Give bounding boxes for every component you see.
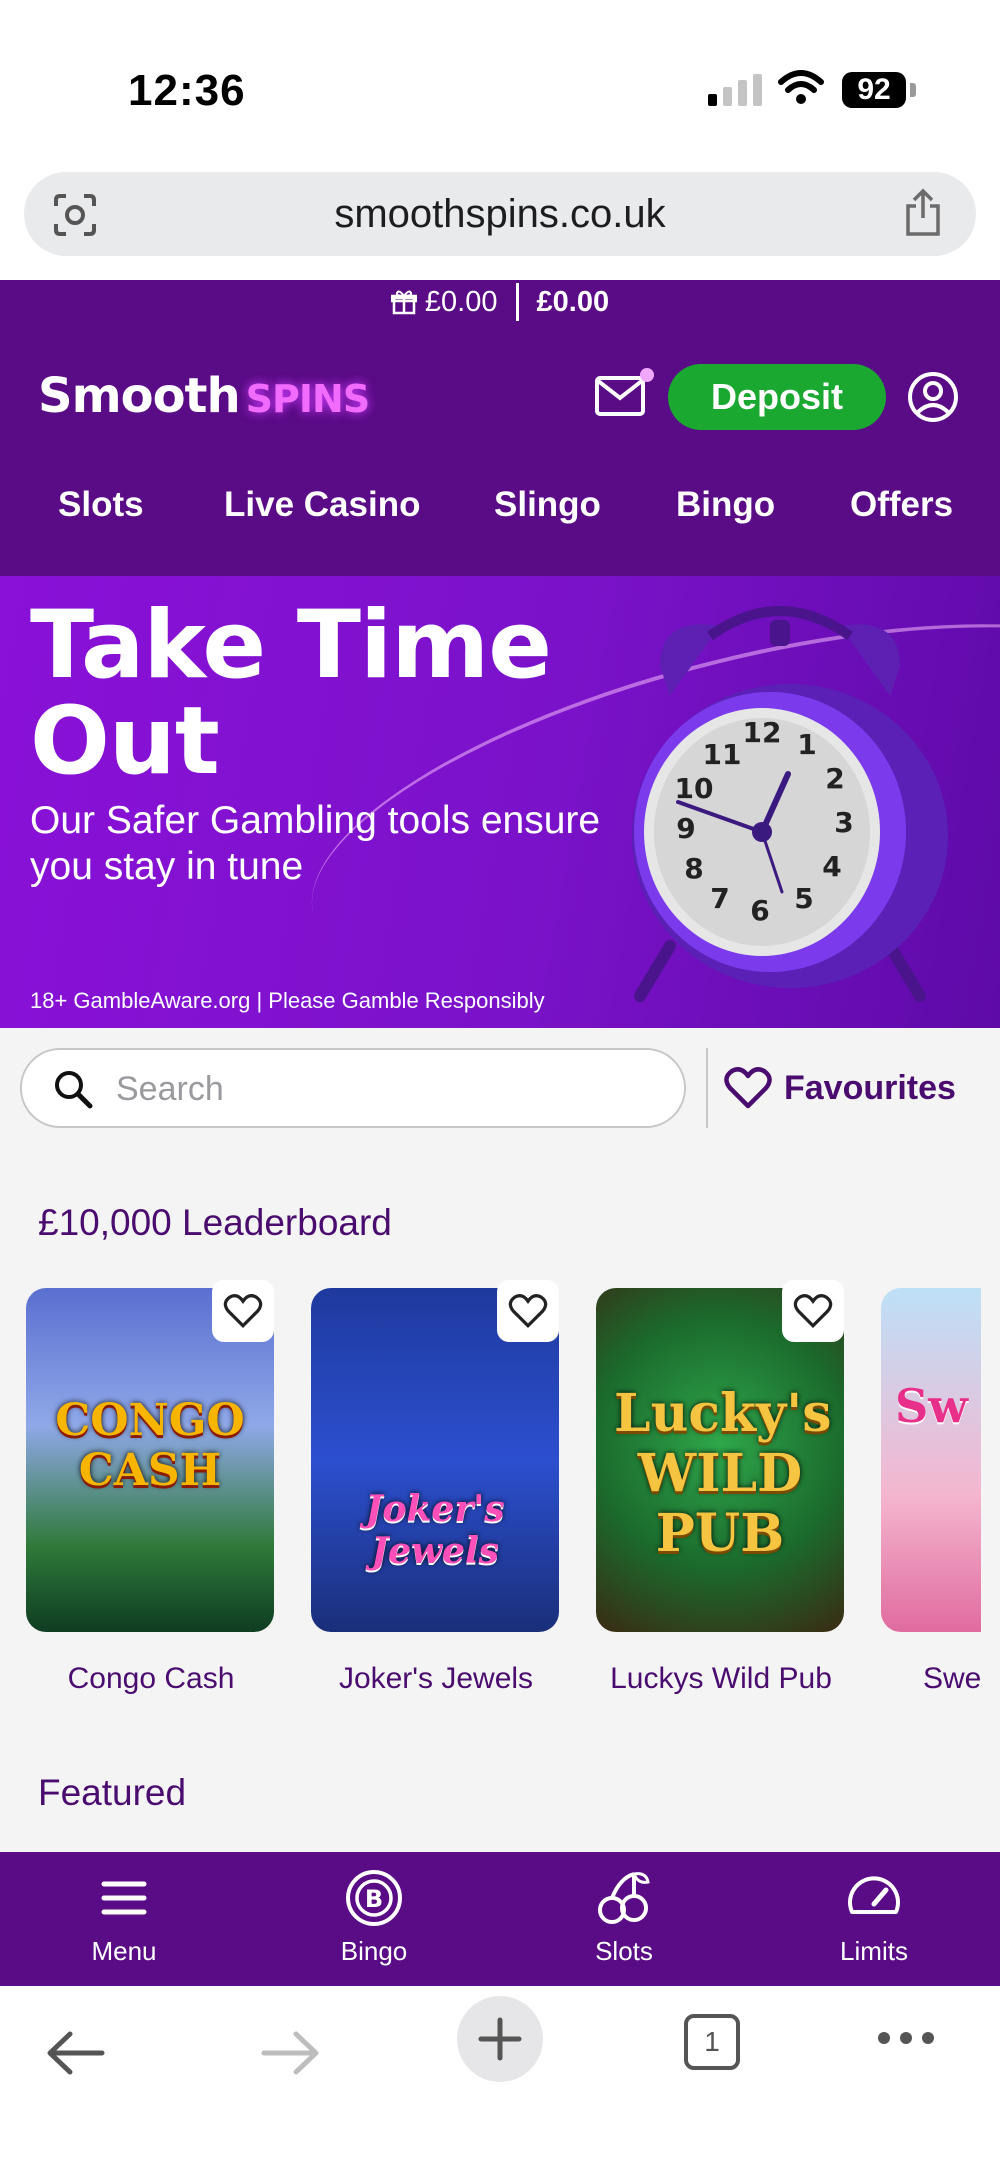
search-divider bbox=[706, 1048, 708, 1128]
bottom-app-nav: Menu B Bingo Slots Limits bbox=[0, 1852, 1000, 1986]
bottom-nav-slots[interactable]: Slots bbox=[534, 1868, 714, 1967]
forward-arrow-icon[interactable] bbox=[258, 2028, 322, 2078]
battery-tip bbox=[910, 83, 916, 97]
banner-disclaimer: 18+ GambleAware.org | Please Gamble Resp… bbox=[30, 988, 545, 1013]
featured-section-title: Featured bbox=[38, 1772, 187, 1813]
search-input[interactable] bbox=[116, 1064, 656, 1114]
game-art-sweet-bonanza[interactable]: Sw R Bo bbox=[881, 1288, 981, 1632]
game-name: Luckys Wild Pub bbox=[610, 1662, 832, 1695]
nav-item-slots[interactable]: Slots bbox=[58, 485, 144, 525]
favourite-toggle-jokers-jewels[interactable] bbox=[497, 1280, 559, 1342]
alarm-clock-illustration: 12 12 345 678 91011 bbox=[632, 606, 948, 1002]
status-time: 12:36 bbox=[128, 66, 246, 115]
game-card-congo-cash[interactable]: CONGO CASH Congo Cash bbox=[20, 1270, 288, 1695]
logo-word-smooth: Smooth bbox=[38, 368, 241, 424]
more-options-icon[interactable] bbox=[876, 2028, 936, 2048]
address-bar[interactable]: smoothspins.co.uk bbox=[24, 172, 976, 256]
svg-text:6: 6 bbox=[750, 894, 769, 927]
balance-row[interactable]: £0.00 £0.00 bbox=[0, 280, 1000, 324]
congo-cash-art-title: CONGO CASH bbox=[55, 1395, 245, 1496]
account-icon[interactable] bbox=[906, 370, 960, 424]
logo-word-spins: SPINS bbox=[245, 377, 371, 421]
luckys-wild-pub-art-title: Lucky's WILD PUB bbox=[614, 1383, 832, 1564]
favourite-toggle-congo-cash[interactable] bbox=[212, 1280, 274, 1342]
svg-text:11: 11 bbox=[703, 738, 742, 771]
main-nav: Slots Live Casino Slingo Bingo Offers bbox=[0, 485, 1000, 545]
promo-banner[interactable]: Take Time Out Our Safer Gambling tools e… bbox=[0, 576, 1000, 1028]
heart-outline-icon bbox=[223, 1294, 263, 1329]
nav-item-offers[interactable]: Offers bbox=[850, 485, 953, 525]
nav-item-bingo[interactable]: Bingo bbox=[676, 485, 775, 525]
svg-text:7: 7 bbox=[710, 882, 729, 915]
menu-icon bbox=[101, 1881, 147, 1915]
battery-indicator: 92 bbox=[842, 72, 906, 108]
svg-text:8: 8 bbox=[684, 852, 703, 885]
game-card-sweet-bonanza[interactable]: Sw R Bo Swe Bo bbox=[875, 1270, 981, 1695]
svg-text:3: 3 bbox=[834, 806, 853, 839]
mail-icon[interactable] bbox=[594, 372, 648, 418]
nav-item-live-casino[interactable]: Live Casino bbox=[224, 485, 420, 525]
bottom-nav-label: Menu bbox=[91, 1936, 157, 1966]
nav-item-slingo[interactable]: Slingo bbox=[494, 485, 601, 525]
plus-icon bbox=[478, 2017, 522, 2061]
wifi-icon bbox=[778, 70, 824, 104]
svg-text:1: 1 bbox=[797, 728, 816, 761]
new-tab-button[interactable] bbox=[457, 1996, 543, 2082]
svg-text:10: 10 bbox=[675, 772, 714, 805]
leaderboard-section-title: £10,000 Leaderboard bbox=[38, 1202, 392, 1243]
heart-icon bbox=[724, 1067, 772, 1109]
browser-toolbar: 1 bbox=[0, 1986, 1000, 2171]
bingo-ball-icon: B bbox=[346, 1870, 402, 1926]
game-name: Congo Cash bbox=[67, 1662, 235, 1695]
bottom-nav-bingo[interactable]: B Bingo bbox=[284, 1868, 464, 1967]
cellular-signal-icon bbox=[708, 74, 762, 106]
game-card-partial-clip: Sw R Bo Swe Bo bbox=[875, 1270, 981, 1730]
deposit-button[interactable]: Deposit bbox=[668, 364, 886, 430]
cherries-icon bbox=[598, 1872, 650, 1924]
game-name: Joker's Jewels bbox=[338, 1662, 534, 1695]
content-bottom-edge bbox=[0, 1828, 1000, 1852]
bottom-nav-label: Slots bbox=[595, 1936, 653, 1966]
banner-subtitle: Our Safer Gambling tools ensure you stay… bbox=[30, 799, 601, 888]
gift-icon bbox=[390, 290, 417, 315]
svg-text:9: 9 bbox=[676, 812, 695, 845]
search-icon bbox=[55, 1071, 93, 1109]
url-text[interactable]: smoothspins.co.uk bbox=[24, 192, 976, 237]
notification-dot bbox=[640, 368, 654, 382]
bottom-nav-limits[interactable]: Limits bbox=[784, 1868, 964, 1967]
game-card-jokers-jewels[interactable]: Joker's Jewels Joker's Jewels bbox=[305, 1270, 573, 1695]
favourites-label: Favourites bbox=[784, 1068, 956, 1107]
game-card-luckys-wild-pub[interactable]: Lucky's WILD PUB Luckys Wild Pub bbox=[590, 1270, 858, 1695]
favourite-toggle-luckys-wild-pub[interactable] bbox=[782, 1280, 844, 1342]
app-root: { "status_bar": { "time": "12:36", "batt… bbox=[0, 0, 1000, 2171]
heart-outline-icon bbox=[508, 1294, 548, 1329]
balance-divider bbox=[515, 283, 519, 321]
bottom-nav-menu[interactable]: Menu bbox=[34, 1868, 214, 1967]
banner-title: Take Time Out bbox=[30, 591, 552, 796]
jokers-jewels-art-title: Joker's Jewels bbox=[365, 1488, 505, 1572]
svg-text:12: 12 bbox=[743, 716, 782, 749]
svg-text:B: B bbox=[365, 1885, 383, 1913]
status-bar: 12:36 92 bbox=[0, 0, 1000, 165]
sweet-bonanza-art-title: Sw R Bo bbox=[895, 1379, 981, 1433]
bottom-nav-label: Limits bbox=[840, 1936, 908, 1966]
favourites-button[interactable]: Favourites bbox=[724, 1060, 956, 1116]
game-name: Swe Bo bbox=[923, 1662, 981, 1695]
tab-count-button[interactable]: 1 bbox=[684, 2014, 740, 2070]
search-box[interactable] bbox=[20, 1048, 686, 1128]
back-arrow-icon[interactable] bbox=[44, 2028, 108, 2078]
speedometer-icon bbox=[848, 1876, 900, 1914]
svg-text:4: 4 bbox=[822, 850, 841, 883]
site-logo[interactable]: Smooth SPINS bbox=[38, 368, 371, 428]
share-icon[interactable] bbox=[902, 188, 944, 238]
cash-balance: £0.00 bbox=[536, 285, 610, 318]
bonus-balance: £0.00 bbox=[424, 285, 498, 318]
heart-outline-icon bbox=[793, 1294, 833, 1329]
svg-text:2: 2 bbox=[825, 762, 844, 795]
svg-text:5: 5 bbox=[794, 882, 813, 915]
bottom-nav-label: Bingo bbox=[340, 1936, 408, 1966]
site-header: £0.00 £0.00 Smooth SPINS Deposit Slots L… bbox=[0, 280, 1000, 576]
